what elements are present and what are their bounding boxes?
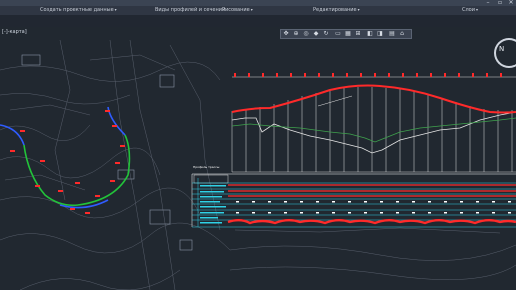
compass-north-label: N (499, 45, 505, 53)
home-icon[interactable]: ⌂ (399, 31, 405, 37)
ribbon-panel-draw[interactable]: Рисование▾ (222, 7, 253, 13)
civil3d-window: Создать проектные данные▾ Виды профилей … (0, 0, 516, 290)
alignment-blue-segment (0, 124, 25, 146)
topographic-linework (0, 39, 516, 290)
orbit-icon[interactable]: ◎ (303, 31, 309, 37)
profile-annotation-line (317, 95, 353, 107)
chevron-down-icon: ▾ (476, 7, 479, 12)
existing-ground-green (231, 117, 516, 143)
zoom-icon[interactable]: ⊕ (293, 31, 299, 37)
navigation-toolbar: ✥ ⊕ ◎ ◆ ↻ ▭ ▦ ⊞ ◧ ◨ ▤ ⌂ (280, 29, 412, 39)
profile-table-header: Профиль трассы (193, 165, 220, 169)
alignment-green-segment (23, 144, 79, 207)
chevron-down-icon: ▾ (114, 7, 117, 12)
profile-vertical-gridlines (231, 87, 513, 172)
profile-band-table (191, 173, 516, 228)
viewcube-ring[interactable] (494, 38, 516, 68)
walk-icon[interactable]: ◆ (313, 31, 319, 37)
ribbon-panel-profile-views[interactable]: Виды профилей и сечений (155, 7, 225, 13)
chevron-down-icon: ▾ (357, 7, 360, 12)
drawing-canvas[interactable] (0, 27, 516, 290)
alignment-blue-arc (107, 106, 126, 136)
pan-icon[interactable]: ✥ (283, 31, 289, 37)
existing-ground-white (231, 111, 516, 154)
ribbon-panel-modify[interactable]: Редактирование▾ (313, 7, 360, 13)
view-icon[interactable]: ◨ (377, 31, 383, 37)
table-title-block (193, 174, 229, 184)
chevron-down-icon: ▾ (250, 7, 253, 12)
ribbon-panel-layers[interactable]: Слои▾ (462, 7, 478, 13)
viewport-label[interactable]: [-]-карта] (2, 29, 27, 35)
design-profile-red (231, 84, 516, 114)
table-white-values (236, 201, 511, 214)
layers-icon[interactable]: ◧ (367, 31, 373, 37)
table-red-band (228, 184, 516, 197)
sheet-icon[interactable]: ▤ (389, 31, 395, 37)
profile-top-ticks (234, 73, 502, 77)
box-icon[interactable]: ▭ (335, 31, 341, 37)
road-alignment (0, 106, 131, 209)
close-button[interactable]: ✕ (505, 0, 516, 6)
grid-icon[interactable]: ▦ (345, 31, 351, 37)
ribbon-bottom-strip (0, 15, 516, 27)
snap-icon[interactable]: ⊞ (355, 31, 361, 37)
rotate-icon[interactable]: ↻ (323, 31, 329, 37)
building-outlines (21, 54, 193, 251)
minimize-button[interactable]: – (482, 0, 494, 6)
ribbon-panel-create-design[interactable]: Создать проектные данные▾ (40, 7, 117, 13)
table-red-bottom-band (227, 219, 516, 225)
profile-view (231, 73, 516, 173)
